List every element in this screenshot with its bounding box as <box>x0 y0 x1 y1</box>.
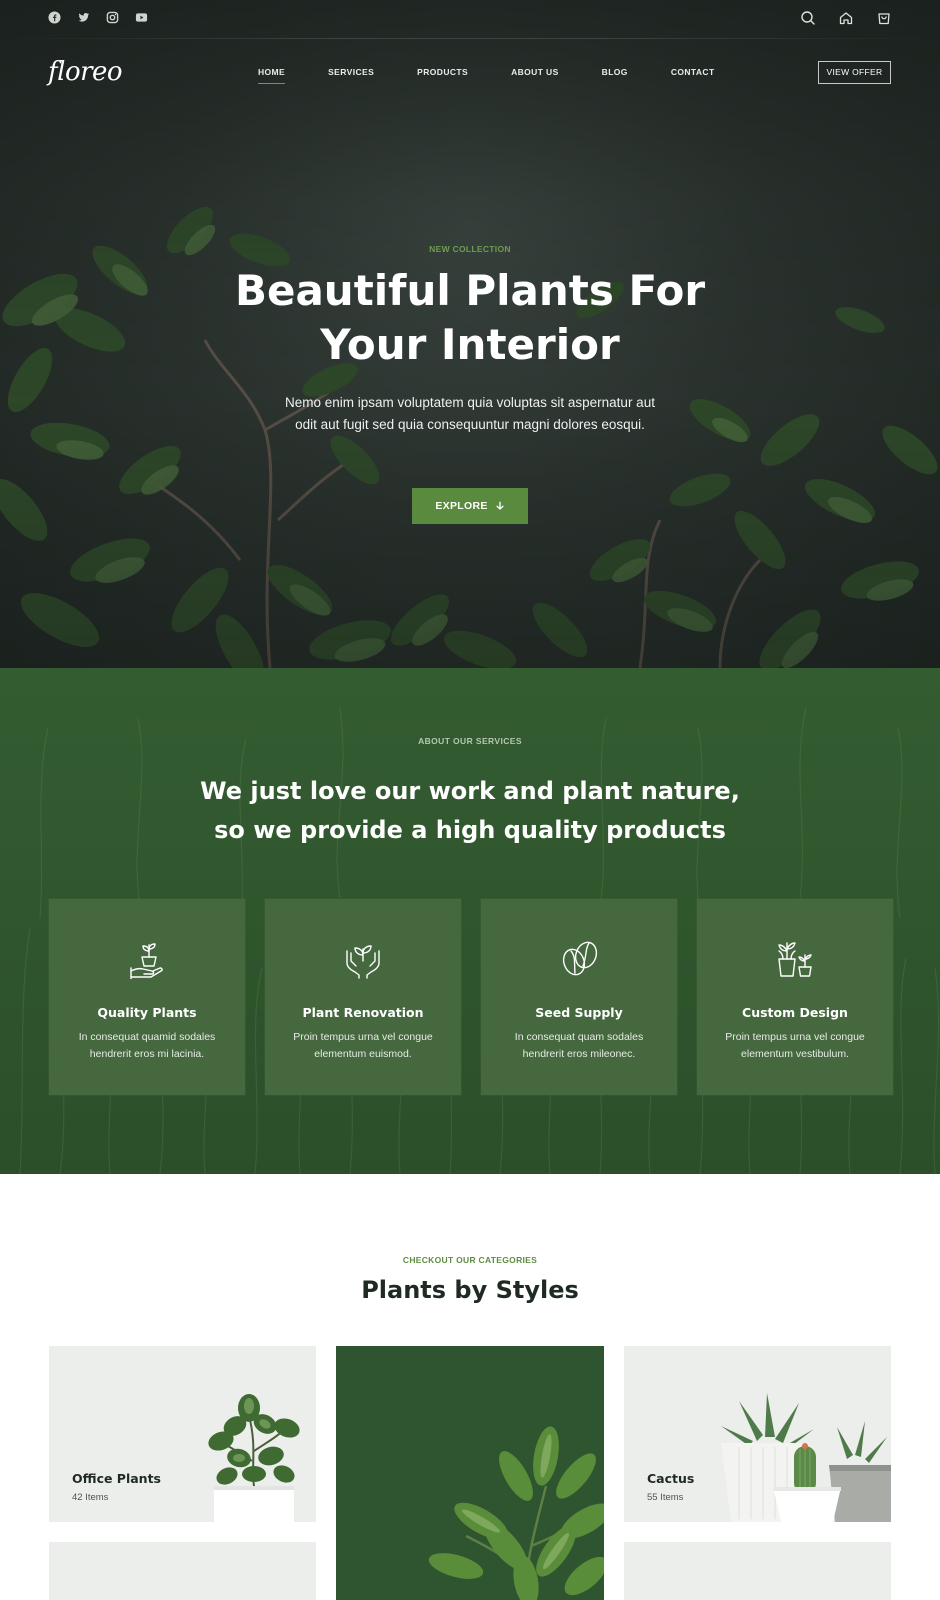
home-icon[interactable] <box>838 10 854 26</box>
service-card-text: In consequat quamid sodales hendrerit er… <box>78 1031 216 1060</box>
hero-eyebrow: NEW COLLECTION <box>429 244 511 254</box>
service-card-title: Quality Plants <box>97 1005 197 1020</box>
plant-in-hand-icon <box>130 943 163 979</box>
hero-title-line-1: Beautiful Plants For <box>234 266 706 315</box>
potted-plants-icon <box>778 942 812 977</box>
office-plant-image <box>208 1394 300 1522</box>
services-title-line-2: so we provide a high quality products <box>214 816 726 844</box>
service-card-seed-supply[interactable]: Seed Supply In consequat quam sodales he… <box>481 899 677 1095</box>
twitter-icon[interactable] <box>77 11 90 24</box>
category-tile-featured[interactable] <box>336 1346 604 1600</box>
hero-title-line-2: Your Interior <box>320 320 620 369</box>
arrow-down-icon <box>496 501 504 510</box>
hero-subtitle: Nemo enim ipsam voluptatem quia voluptas… <box>285 395 655 432</box>
services-section: ABOUT OUR SERVICES We just love our work… <box>0 668 940 1174</box>
search-icon[interactable] <box>800 10 816 26</box>
hands-sprout-icon <box>346 945 380 979</box>
nav-item-blog[interactable]: BLOG <box>602 67 628 77</box>
youtube-icon[interactable] <box>135 11 148 24</box>
categories-title: Plants by Styles <box>361 1276 579 1304</box>
service-card-plant-renovation[interactable]: Plant Renovation Proin tempus urna vel c… <box>265 899 461 1095</box>
service-cards: Quality Plants In consequat quamid sodal… <box>49 899 893 1095</box>
featured-plant-image <box>428 1426 604 1600</box>
social-links <box>48 11 148 24</box>
brand-logo[interactable]: floreo <box>48 57 123 87</box>
nav-item-products[interactable]: PRODUCTS <box>417 67 468 77</box>
main-nav: HOME SERVICES PRODUCTS ABOUT US BLOG CON… <box>258 67 715 84</box>
utility-icons <box>800 10 892 26</box>
top-bar <box>0 0 940 38</box>
category-count: 42 Items <box>72 1492 109 1503</box>
services-eyebrow: ABOUT OUR SERVICES <box>418 736 522 746</box>
category-tile-office-plants[interactable]: Office Plants 42 Items <box>49 1346 316 1522</box>
service-card-text: Proin tempus urna vel congue elementum v… <box>725 1031 865 1060</box>
instagram-icon[interactable] <box>106 11 119 24</box>
facebook-icon[interactable] <box>48 11 61 24</box>
services-title: We just love our work and plant nature, … <box>180 772 760 850</box>
category-name: Office Plants <box>72 1471 162 1486</box>
service-card-title: Seed Supply <box>535 1005 623 1020</box>
explore-button[interactable]: EXPLORE <box>412 488 528 524</box>
category-count: 55 Items <box>647 1492 684 1503</box>
nav-item-about-us[interactable]: ABOUT US <box>511 67 559 77</box>
hero-title: Beautiful Plants For Your Interior <box>170 264 770 372</box>
cactus-image <box>721 1393 891 1522</box>
view-offer-button[interactable]: VIEW OFFER <box>818 61 891 84</box>
topbar-divider <box>0 38 940 39</box>
nav-item-contact[interactable]: CONTACT <box>671 67 715 77</box>
service-card-text: Proin tempus urna vel congue elementum e… <box>293 1031 433 1060</box>
cart-icon[interactable] <box>876 10 892 26</box>
service-card-custom-design[interactable]: Custom Design Proin tempus urna vel cong… <box>697 899 893 1095</box>
service-card-quality-plants[interactable]: Quality Plants In consequat quamid sodal… <box>49 899 245 1095</box>
explore-button-label: EXPLORE <box>435 500 488 512</box>
category-name: Cactus <box>647 1471 695 1486</box>
category-tile-partial-left[interactable] <box>49 1542 316 1600</box>
service-card-title: Plant Renovation <box>302 1005 424 1020</box>
service-card-text: In consequat quam sodales hendrerit eros… <box>514 1031 644 1060</box>
hero-section: floreo HOME SERVICES PRODUCTS ABOUT US B… <box>0 0 940 668</box>
nav-item-home[interactable]: HOME <box>258 67 286 84</box>
category-tile-cactus[interactable]: Cactus 55 Items <box>624 1346 891 1522</box>
nav-item-services[interactable]: SERVICES <box>328 67 374 77</box>
seed-icon <box>562 941 598 976</box>
service-card-title: Custom Design <box>742 1005 848 1020</box>
services-title-line-1: We just love our work and plant nature, <box>200 777 740 805</box>
category-tile-partial-right[interactable] <box>624 1542 891 1600</box>
categories-eyebrow: CHECKOUT OUR CATEGORIES <box>402 1255 538 1265</box>
